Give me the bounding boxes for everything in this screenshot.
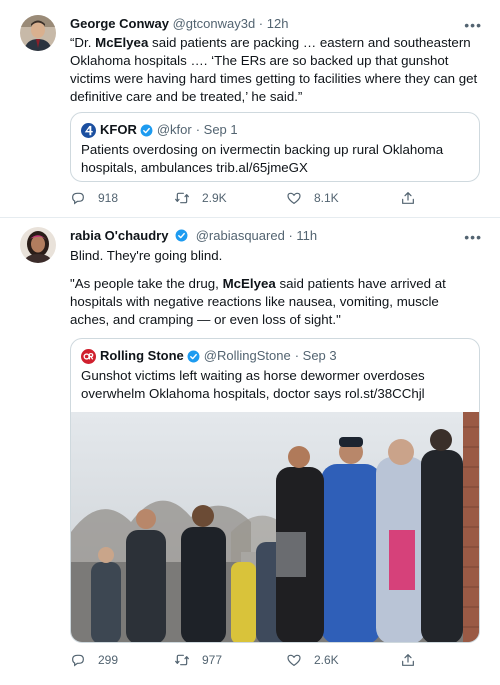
like-icon <box>287 192 301 204</box>
avatar[interactable] <box>20 15 56 51</box>
timestamp[interactable]: · 11h <box>288 228 317 243</box>
author-handle[interactable]: @rabiasquared <box>196 228 285 243</box>
more-icon[interactable]: ••• <box>464 230 482 244</box>
news-photo[interactable] <box>71 412 479 642</box>
quoted-tweet[interactable]: Rolling Stone @RollingStone · Sep 3 Guns… <box>70 338 480 643</box>
reply-count: 918 <box>98 191 119 205</box>
retweet-button[interactable]: 977 <box>174 652 222 668</box>
retweet-count: 977 <box>202 653 223 667</box>
tweet-header: George Conway @gtconway3d · 12h <box>70 14 288 34</box>
verified-icon <box>175 229 188 242</box>
retweet-icon <box>175 654 189 666</box>
quoted-tweet-header: Rolling Stone @RollingStone · Sep 3 <box>81 347 337 365</box>
quoted-author-handle: @RollingStone <box>203 348 291 363</box>
quoted-author-name: KFOR <box>100 122 137 137</box>
share-button[interactable] <box>400 190 428 206</box>
retweet-icon <box>175 192 189 204</box>
share-icon <box>402 654 414 666</box>
quoted-tweet-text: Patients overdosing on ivermectin backin… <box>81 142 444 175</box>
like-icon <box>287 654 301 666</box>
action-bar: 918 2.9K 8.1K <box>70 190 420 210</box>
quoted-tweet-text: Gunshot victims left waiting as horse de… <box>81 368 425 401</box>
author-name[interactable]: George Conway <box>70 16 169 31</box>
tweet-text-line1: Blind. They're going blind. <box>70 248 223 263</box>
reply-button[interactable]: 299 <box>70 652 118 668</box>
reply-count: 299 <box>98 653 119 667</box>
retweet-button[interactable]: 2.9K <box>174 190 227 206</box>
verified-icon <box>140 124 153 136</box>
tweet-text: “Dr. McElyea said patients are packing …… <box>70 35 478 104</box>
share-button[interactable] <box>400 652 428 668</box>
quoted-tweet-header: KFOR @kfor · Sep 1 <box>81 121 238 139</box>
quoted-tweet[interactable]: KFOR @kfor · Sep 1 Patients overdosing o… <box>70 112 480 182</box>
like-button[interactable]: 2.6K <box>286 652 339 668</box>
more-icon[interactable]: ••• <box>464 18 482 32</box>
like-count: 8.1K <box>314 191 339 205</box>
author-name[interactable]: rabia O'chaudry <box>70 228 168 243</box>
reply-icon <box>72 654 84 667</box>
share-icon <box>402 192 414 204</box>
verified-icon <box>187 350 200 362</box>
avatar[interactable] <box>20 227 56 263</box>
reply-icon <box>72 192 84 205</box>
author-handle[interactable]: @gtconway3d <box>173 16 256 31</box>
tweet-header: rabia O'chaudry @rabiasquared · 11h <box>70 226 317 246</box>
tweet[interactable]: George Conway @gtconway3d · 12h ••• “Dr.… <box>0 0 500 218</box>
kfor-logo-icon <box>81 122 96 138</box>
tweet-text: "As people take the drug, McElyea said p… <box>70 276 446 327</box>
rolling-stone-logo-icon <box>81 348 96 364</box>
timestamp[interactable]: · 12h <box>259 16 289 31</box>
quoted-timestamp: · Sep 1 <box>195 122 238 137</box>
retweet-count: 2.9K <box>202 191 227 205</box>
quoted-author-name: Rolling Stone <box>100 348 184 363</box>
tweet[interactable]: rabia O'chaudry @rabiasquared · 11h ••• … <box>0 218 500 685</box>
quoted-author-handle: @kfor <box>156 122 192 137</box>
quoted-timestamp: · Sep 3 <box>294 348 337 363</box>
like-count: 2.6K <box>314 653 339 667</box>
action-bar: 299 977 2.6K <box>70 652 420 672</box>
reply-button[interactable]: 918 <box>70 190 118 206</box>
like-button[interactable]: 8.1K <box>286 190 339 206</box>
